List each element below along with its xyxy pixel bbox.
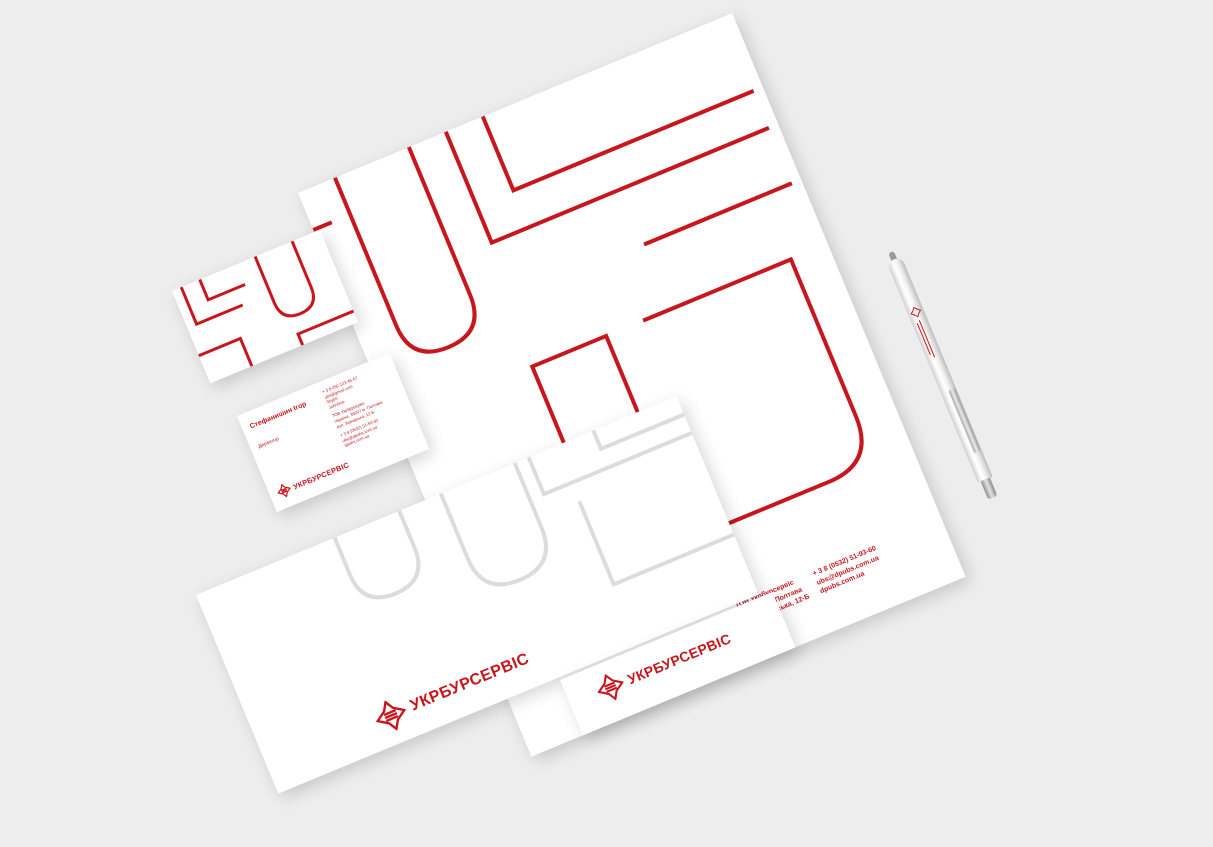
card-logo: УКРБУРСЕРВІС: [275, 458, 351, 500]
card-role: Директор: [257, 436, 280, 450]
card-brand-name: УКРБУРСЕРВІС: [291, 459, 351, 491]
stationery-mockup-scene: ТОВ Укрбурсервіс Україна, м. Полтава вул…: [0, 0, 1213, 847]
ornament-logo-icon: [277, 483, 292, 498]
card-contacts: + 3 8 050 123-45-67 ubs@gmail.com Skype:…: [321, 370, 393, 449]
card-name: Стефанишин Ігор: [248, 400, 308, 431]
pen-cap: [980, 477, 998, 500]
ornament-logo-icon: [597, 673, 624, 701]
